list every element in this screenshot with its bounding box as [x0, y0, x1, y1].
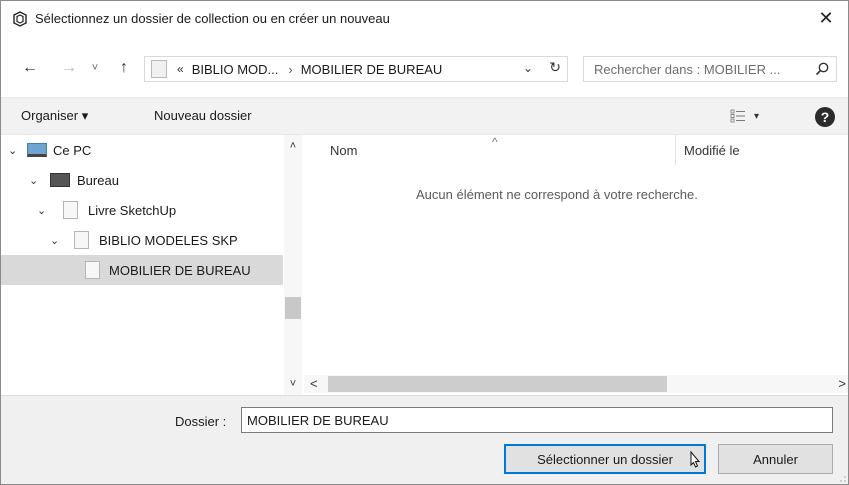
address-bar[interactable]: « BIBLIO MOD... › MOBILIER DE BUREAU ⌄ ↻ [144, 56, 568, 82]
folder-name-input[interactable] [241, 407, 833, 433]
folder-icon [63, 201, 78, 219]
arrow-left-icon: ← [22, 59, 38, 76]
close-icon: ✕ [818, 7, 834, 28]
refresh-icon[interactable]: ↻ [549, 59, 561, 76]
tree-item-label: Ce PC [53, 142, 92, 158]
column-divider[interactable] [675, 135, 676, 165]
search-box[interactable]: Rechercher dans : MOBILIER ... [583, 56, 837, 82]
back-button[interactable]: ← [19, 57, 41, 79]
breadcrumb-segment-mobilier[interactable]: MOBILIER DE BUREAU [301, 62, 443, 77]
file-list-pane: Nom ^ Modifié le Aucun élément ne corres… [304, 135, 848, 395]
tree-item-ce-pc[interactable]: ⌄ Ce PC [1, 135, 284, 165]
scroll-right-icon[interactable]: > [838, 376, 846, 391]
view-caret-icon: ▾ [754, 110, 760, 122]
computer-icon [27, 143, 47, 157]
tree-item-biblio-modeles-skp[interactable]: ⌄ BIBLIO MODELES SKP [1, 225, 284, 255]
resize-grip-icon[interactable] [840, 476, 846, 482]
arrow-up-icon: ↑ [120, 59, 128, 76]
column-header-modified[interactable]: Modifié le [684, 143, 740, 158]
expand-chevron-icon[interactable]: ⌄ [8, 144, 17, 157]
search-icon[interactable] [814, 61, 830, 77]
help-icon[interactable]: ? [815, 107, 835, 127]
tree-vertical-scrollbar[interactable]: ˄ ˅ [284, 135, 302, 395]
empty-results-message: Aucun élément ne correspond à votre rech… [416, 187, 698, 202]
chevron-down-icon: ˅ [91, 62, 99, 74]
scroll-left-icon[interactable]: < [310, 376, 318, 391]
recent-locations-button[interactable]: ˅ [87, 57, 103, 79]
breadcrumb-segment-biblio[interactable]: BIBLIO MOD... [192, 62, 279, 77]
expand-chevron-icon[interactable]: ⌄ [29, 174, 38, 187]
folder-icon [85, 261, 100, 279]
scroll-down-icon[interactable]: ˅ [284, 373, 302, 395]
column-header-row: Nom ^ Modifié le [304, 135, 848, 165]
title-bar: Sélectionnez un dossier de collection ou… [1, 1, 848, 37]
expand-chevron-icon[interactable]: ⌄ [50, 234, 59, 247]
column-header-name[interactable]: Nom [330, 143, 357, 158]
up-button[interactable]: ↑ [113, 57, 135, 79]
new-folder-button[interactable]: Nouveau dossier [154, 108, 252, 123]
folder-picker-dialog: Sélectionnez un dossier de collection ou… [0, 0, 849, 485]
sketchup-icon [13, 11, 27, 27]
scrollbar-thumb[interactable] [328, 376, 667, 392]
folder-field-label: Dossier : [175, 414, 227, 429]
select-folder-button[interactable]: Sélectionner un dossier [504, 444, 706, 474]
tree-item-livre-sketchup[interactable]: ⌄ Livre SketchUp [1, 195, 284, 225]
cancel-button[interactable]: Annuler [718, 444, 833, 474]
address-dropdown-icon[interactable]: ⌄ [523, 61, 533, 75]
tree-item-label: MOBILIER DE BUREAU [109, 262, 251, 278]
overflow-chevron-icon[interactable]: « [177, 62, 184, 76]
navigation-bar: ← → ˅ ↑ « BIBLIO MOD... › MOBILIER DE BU… [1, 49, 848, 87]
tree-item-bureau[interactable]: ⌄ Bureau [1, 165, 284, 195]
forward-button[interactable]: → [58, 57, 80, 79]
organize-button[interactable]: Organiser ▾ [21, 108, 88, 124]
desktop-icon [50, 173, 70, 187]
tree-item-label: Bureau [77, 172, 119, 188]
scroll-up-icon[interactable]: ˄ [284, 135, 302, 157]
view-options-button[interactable]: ▾ [730, 109, 759, 123]
arrow-right-icon: → [61, 59, 77, 76]
close-button[interactable]: ✕ [804, 1, 848, 35]
dialog-title: Sélectionnez un dossier de collection ou… [35, 11, 390, 26]
mouse-cursor-icon [690, 450, 701, 468]
dialog-footer: Dossier : Sélectionner un dossier Annule… [1, 395, 848, 484]
folder-icon [74, 231, 89, 249]
scrollbar-thumb[interactable] [285, 297, 301, 319]
folder-icon [151, 60, 167, 78]
sort-ascending-icon: ^ [492, 135, 498, 149]
expand-chevron-icon[interactable]: ⌄ [37, 204, 46, 217]
tree-item-label: BIBLIO MODELES SKP [99, 232, 238, 248]
tree-item-label: Livre SketchUp [88, 202, 177, 218]
tree-item-mobilier-de-bureau[interactable]: MOBILIER DE BUREAU [1, 255, 283, 285]
breadcrumb-separator-icon[interactable]: › [288, 62, 292, 77]
content-horizontal-scrollbar[interactable]: < > [304, 375, 848, 393]
command-toolbar: Organiser ▾ Nouveau dossier ▾ ? [1, 97, 848, 135]
details-view-icon [730, 109, 745, 123]
navigation-pane: ⌄ Ce PC ⌄ Bureau ⌄ Livre SketchUp ⌄ BIBL… [1, 135, 302, 395]
search-input[interactable]: Rechercher dans : MOBILIER ... [594, 62, 780, 77]
